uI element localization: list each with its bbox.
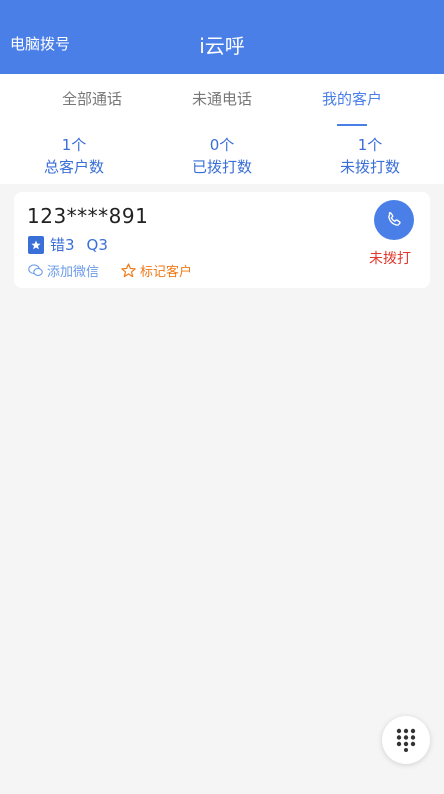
tab-all-calls[interactable]: 全部通话 [18,88,166,109]
stat-called: 0个 已拨打数 [148,134,296,178]
stat-not-called-label: 未拨打数 [339,158,400,176]
customer-tag: 错3 [50,236,75,254]
app-header: 电脑拨号 i云呼 [0,0,444,74]
stat-called-count: 0个 [209,136,235,154]
call-button[interactable] [374,200,414,240]
mark-customer-label: 标记客户 [140,265,193,280]
stat-total-count: 1个 [61,136,87,154]
stat-not-called-count: 1个 [357,136,383,154]
stat-not-called: 1个 未拨打数 [296,134,444,178]
app-title: i云呼 [199,34,245,58]
wechat-icon [28,264,43,277]
customer-phone: 123****891 [27,204,149,228]
stat-called-label: 已拨打数 [191,158,252,176]
star-icon [121,263,136,278]
customer-quality: Q3 [86,235,108,254]
tab-my-customers[interactable]: 我的客户 [278,88,426,109]
dialpad-button[interactable] [382,716,430,764]
active-tab-indicator [337,124,367,126]
customer-tags: 错3 Q3 [28,234,108,255]
call-status: 未拨打 [369,251,411,267]
customer-actions: 添加微信 标记客户 [28,261,214,280]
add-wechat-label: 添加微信 [47,265,100,280]
add-wechat-button[interactable]: 添加微信 [28,261,99,280]
phone-icon [388,212,401,226]
tab-missed-calls[interactable]: 未通电话 [148,88,296,109]
bookmark-icon [28,235,44,254]
stat-total-customers: 1个 总客户数 [0,134,148,178]
customer-card[interactable]: 123****891 错3 Q3 添加微信 标记客户 未拨打 [14,192,430,288]
tab-bar: 全部通话 未通电话 我的客户 1个 总客户数 0个 已拨打数 1个 未拨打数 [0,74,444,184]
stat-total-label: 总客户数 [43,158,104,176]
dialpad-icon [396,728,416,752]
mark-customer-button[interactable]: 标记客户 [121,261,192,280]
